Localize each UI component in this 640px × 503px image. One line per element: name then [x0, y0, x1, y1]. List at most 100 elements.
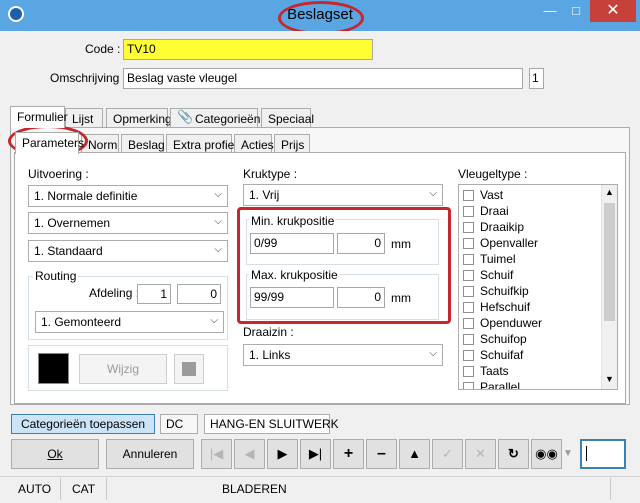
chevron-down-icon: ⌵ — [429, 188, 437, 199]
afdeling-input-1[interactable]: 1 — [137, 284, 171, 304]
vleugeltype-item-label: Draaikip — [480, 220, 525, 234]
vleugeltype-item-label: Schuifaf — [480, 348, 524, 362]
checkbox[interactable] — [463, 366, 474, 377]
title-annotation-oval — [278, 1, 364, 35]
search-dropdown-icon[interactable]: ▼ — [563, 448, 573, 459]
status-bar — [0, 476, 640, 503]
checkbox[interactable] — [463, 286, 474, 297]
afdeling-input-2[interactable]: 0 — [177, 284, 221, 304]
krukpositie-annotation-box — [237, 207, 451, 324]
cancel-button-label: Annuleren — [122, 447, 178, 461]
tab-lijst[interactable]: Lijst — [65, 108, 103, 128]
uitvoering-select-1[interactable]: 1. Normale definitie ⌵ — [28, 185, 228, 207]
next-record-icon[interactable]: ▶ — [267, 439, 298, 469]
chevron-down-icon: ⌵ — [214, 216, 222, 227]
afdeling-label: Afdeling : — [89, 286, 140, 300]
paperclip-icon: 📎 — [177, 109, 194, 124]
checkbox[interactable] — [463, 238, 474, 249]
uitvoering-select-2[interactable]: 1. Overnemen ⌵ — [28, 212, 228, 234]
chevron-down-icon: ⌵ — [214, 244, 222, 255]
routing-state-value: 1. Gemonteerd — [41, 315, 122, 329]
close-button[interactable]: ✕ — [590, 0, 636, 22]
vleugeltype-scrollbar[interactable]: ▲ ▼ — [601, 185, 617, 389]
vleugeltype-list[interactable]: Vast Draai Draaikip Openvaller Tuimel Sc… — [458, 184, 618, 390]
tab-opmerking[interactable]: Opmerking — [106, 108, 172, 128]
checkbox[interactable] — [463, 334, 474, 345]
vleugeltype-item-label: Schuif — [480, 268, 514, 282]
status-separator — [60, 478, 61, 500]
scroll-down-icon[interactable]: ▼ — [605, 374, 614, 384]
kruktype-select[interactable]: 1. Vrij ⌵ — [243, 184, 443, 206]
kruktype-value: 1. Vrij — [249, 188, 280, 202]
ok-button-label: Ok — [47, 447, 63, 461]
checkbox[interactable] — [463, 270, 474, 281]
description-count: 1 — [529, 68, 544, 89]
checkbox[interactable] — [463, 222, 474, 233]
vleugeltype-item-label: Openvaller — [480, 236, 539, 250]
status-separator — [106, 478, 107, 500]
ok-button[interactable]: Ok — [11, 439, 99, 469]
code-field[interactable]: TV10 — [123, 39, 373, 60]
tab-beslag[interactable]: Beslag — [121, 134, 165, 154]
checkbox[interactable] — [463, 190, 474, 201]
previous-record-icon[interactable]: ◀ — [234, 439, 265, 469]
scroll-up-icon[interactable]: ▲ — [605, 187, 614, 197]
draaizin-label: Draaizin : — [243, 325, 294, 339]
status-separator — [610, 478, 611, 500]
vleugeltype-item-label: Draai — [480, 204, 509, 218]
status-cat: CAT — [72, 482, 96, 496]
minimize-button[interactable]: — — [537, 0, 563, 22]
status-mode: AUTO — [18, 482, 52, 496]
routing-label: Routing — [33, 269, 79, 283]
maximize-button[interactable]: □ — [563, 0, 589, 22]
chevron-down-icon: ⌵ — [429, 348, 437, 359]
vleugeltype-label: Vleugeltype : — [458, 167, 528, 181]
checkbox[interactable] — [463, 206, 474, 217]
text-cursor — [586, 446, 587, 461]
status-action: BLADEREN — [222, 482, 287, 496]
checkbox[interactable] — [463, 254, 474, 265]
uitvoering-select-3-value: 1. Standaard — [34, 244, 103, 258]
category-text: HANG-EN SLUITWERK — [204, 414, 339, 434]
color-swatch[interactable] — [38, 353, 69, 384]
tab-formulier[interactable]: Formulier — [10, 106, 68, 128]
tab-speciaal[interactable]: Speciaal — [261, 108, 314, 128]
last-record-icon[interactable]: ▶| — [300, 439, 331, 469]
delete-record-icon[interactable]: – — [366, 439, 397, 469]
wijzig-button[interactable]: Wijzig — [79, 354, 167, 384]
vleugeltype-item-label: Hefschuif — [480, 300, 531, 314]
routing-state-select[interactable]: 1. Gemonteerd ⌵ — [35, 311, 224, 333]
draaizin-select[interactable]: 1. Links ⌵ — [243, 344, 443, 366]
chevron-down-icon: ⌵ — [214, 189, 222, 200]
color-preview-button[interactable] — [174, 354, 204, 384]
first-record-icon[interactable]: |◀ — [201, 439, 232, 469]
cancel-edit-icon[interactable]: ✕ — [465, 439, 496, 469]
description-field[interactable]: Beslag vaste vleugel — [123, 68, 523, 89]
code-label: Code : — [85, 42, 121, 56]
scrollbar-thumb[interactable] — [604, 203, 615, 321]
binoculars-icon[interactable]: ◉◉ — [531, 439, 562, 469]
search-input[interactable] — [580, 439, 626, 469]
uitvoering-select-1-value: 1. Normale definitie — [34, 189, 138, 203]
vleugeltype-item-label: Tuimel — [480, 252, 516, 266]
checkbox[interactable] — [463, 302, 474, 313]
checkbox[interactable] — [463, 382, 474, 389]
checkbox[interactable] — [463, 350, 474, 361]
tab-parameters[interactable]: Parameters — [15, 132, 84, 154]
uitvoering-select-3[interactable]: 1. Standaard ⌵ — [28, 240, 228, 262]
checkbox[interactable] — [463, 318, 474, 329]
uitvoering-label: Uitvoering : — [28, 167, 89, 181]
edit-record-icon[interactable]: ▲ — [399, 439, 430, 469]
categories-apply-button[interactable]: Categorieën toepassen — [11, 414, 155, 434]
post-record-icon[interactable]: ✓ — [432, 439, 463, 469]
chevron-down-icon: ⌵ — [210, 315, 218, 326]
cancel-button[interactable]: Annuleren — [106, 439, 194, 469]
tab-prijs[interactable]: Prijs — [274, 134, 310, 154]
vleugeltype-item-label: Parallel — [480, 380, 521, 390]
tab-extra-profiel[interactable]: Extra profiel — [166, 134, 237, 154]
vleugeltype-item-label: Schuifop — [480, 332, 527, 346]
vleugeltype-item-label: Vast — [480, 188, 504, 202]
tab-acties[interactable]: Acties — [234, 134, 274, 154]
add-record-icon[interactable]: + — [333, 439, 364, 469]
refresh-icon[interactable]: ↻ — [498, 439, 529, 469]
